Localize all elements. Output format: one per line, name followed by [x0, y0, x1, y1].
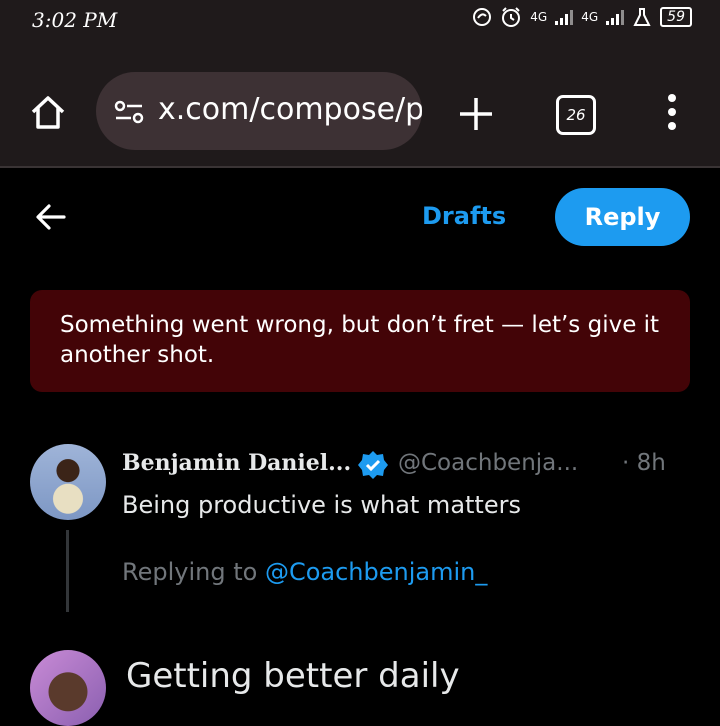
status-icons: 4G 4G 59 [472, 6, 692, 28]
address-bar[interactable]: x.com/compose/p [96, 72, 422, 150]
tune-icon[interactable] [114, 100, 144, 124]
battery-icon: 59 [660, 7, 692, 27]
signal-icon [555, 9, 574, 25]
tabs-icon[interactable]: 26 [556, 95, 596, 135]
signal-icon [606, 9, 625, 25]
alarm-icon [502, 7, 521, 27]
verified-badge-icon [358, 451, 388, 479]
network-label-1: 4G [530, 10, 548, 24]
status-time: 3:02 PM [32, 8, 118, 32]
avatar[interactable] [30, 650, 106, 726]
tweet-timestamp: · 8h [622, 450, 666, 476]
tweet-author-name[interactable]: Benjamin Daniel... [122, 450, 351, 476]
flask-icon [633, 8, 651, 26]
browser-toolbar: x.com/compose/p 26 [0, 40, 720, 168]
tweet-text: Being productive is what matters [122, 491, 521, 519]
reply-button[interactable]: Reply [555, 188, 690, 246]
drafts-button[interactable]: Drafts [422, 202, 506, 230]
more-vertical-icon[interactable] [664, 92, 680, 132]
thread-line [66, 530, 69, 612]
url-text: x.com/compose/p [158, 92, 422, 127]
replying-to-mention[interactable]: @Coachbenjamin_ [265, 558, 487, 586]
tweet-author-handle[interactable]: @Coachbenja... [398, 450, 578, 476]
plus-icon[interactable] [456, 94, 496, 134]
replying-to-prefix: Replying to [122, 558, 265, 586]
avatar[interactable] [30, 444, 106, 520]
back-arrow-icon[interactable] [34, 200, 68, 234]
status-bar: 3:02 PM 4G 4G 59 [0, 0, 720, 40]
home-icon[interactable] [28, 92, 68, 132]
network-label-2: 4G [581, 10, 599, 24]
error-banner: Something went wrong, but don’t fret — l… [30, 290, 690, 392]
sync-icon [473, 8, 492, 26]
compose-input[interactable]: Getting better daily [126, 656, 460, 696]
replying-to-label: Replying to @Coachbenjamin_ [122, 558, 487, 586]
